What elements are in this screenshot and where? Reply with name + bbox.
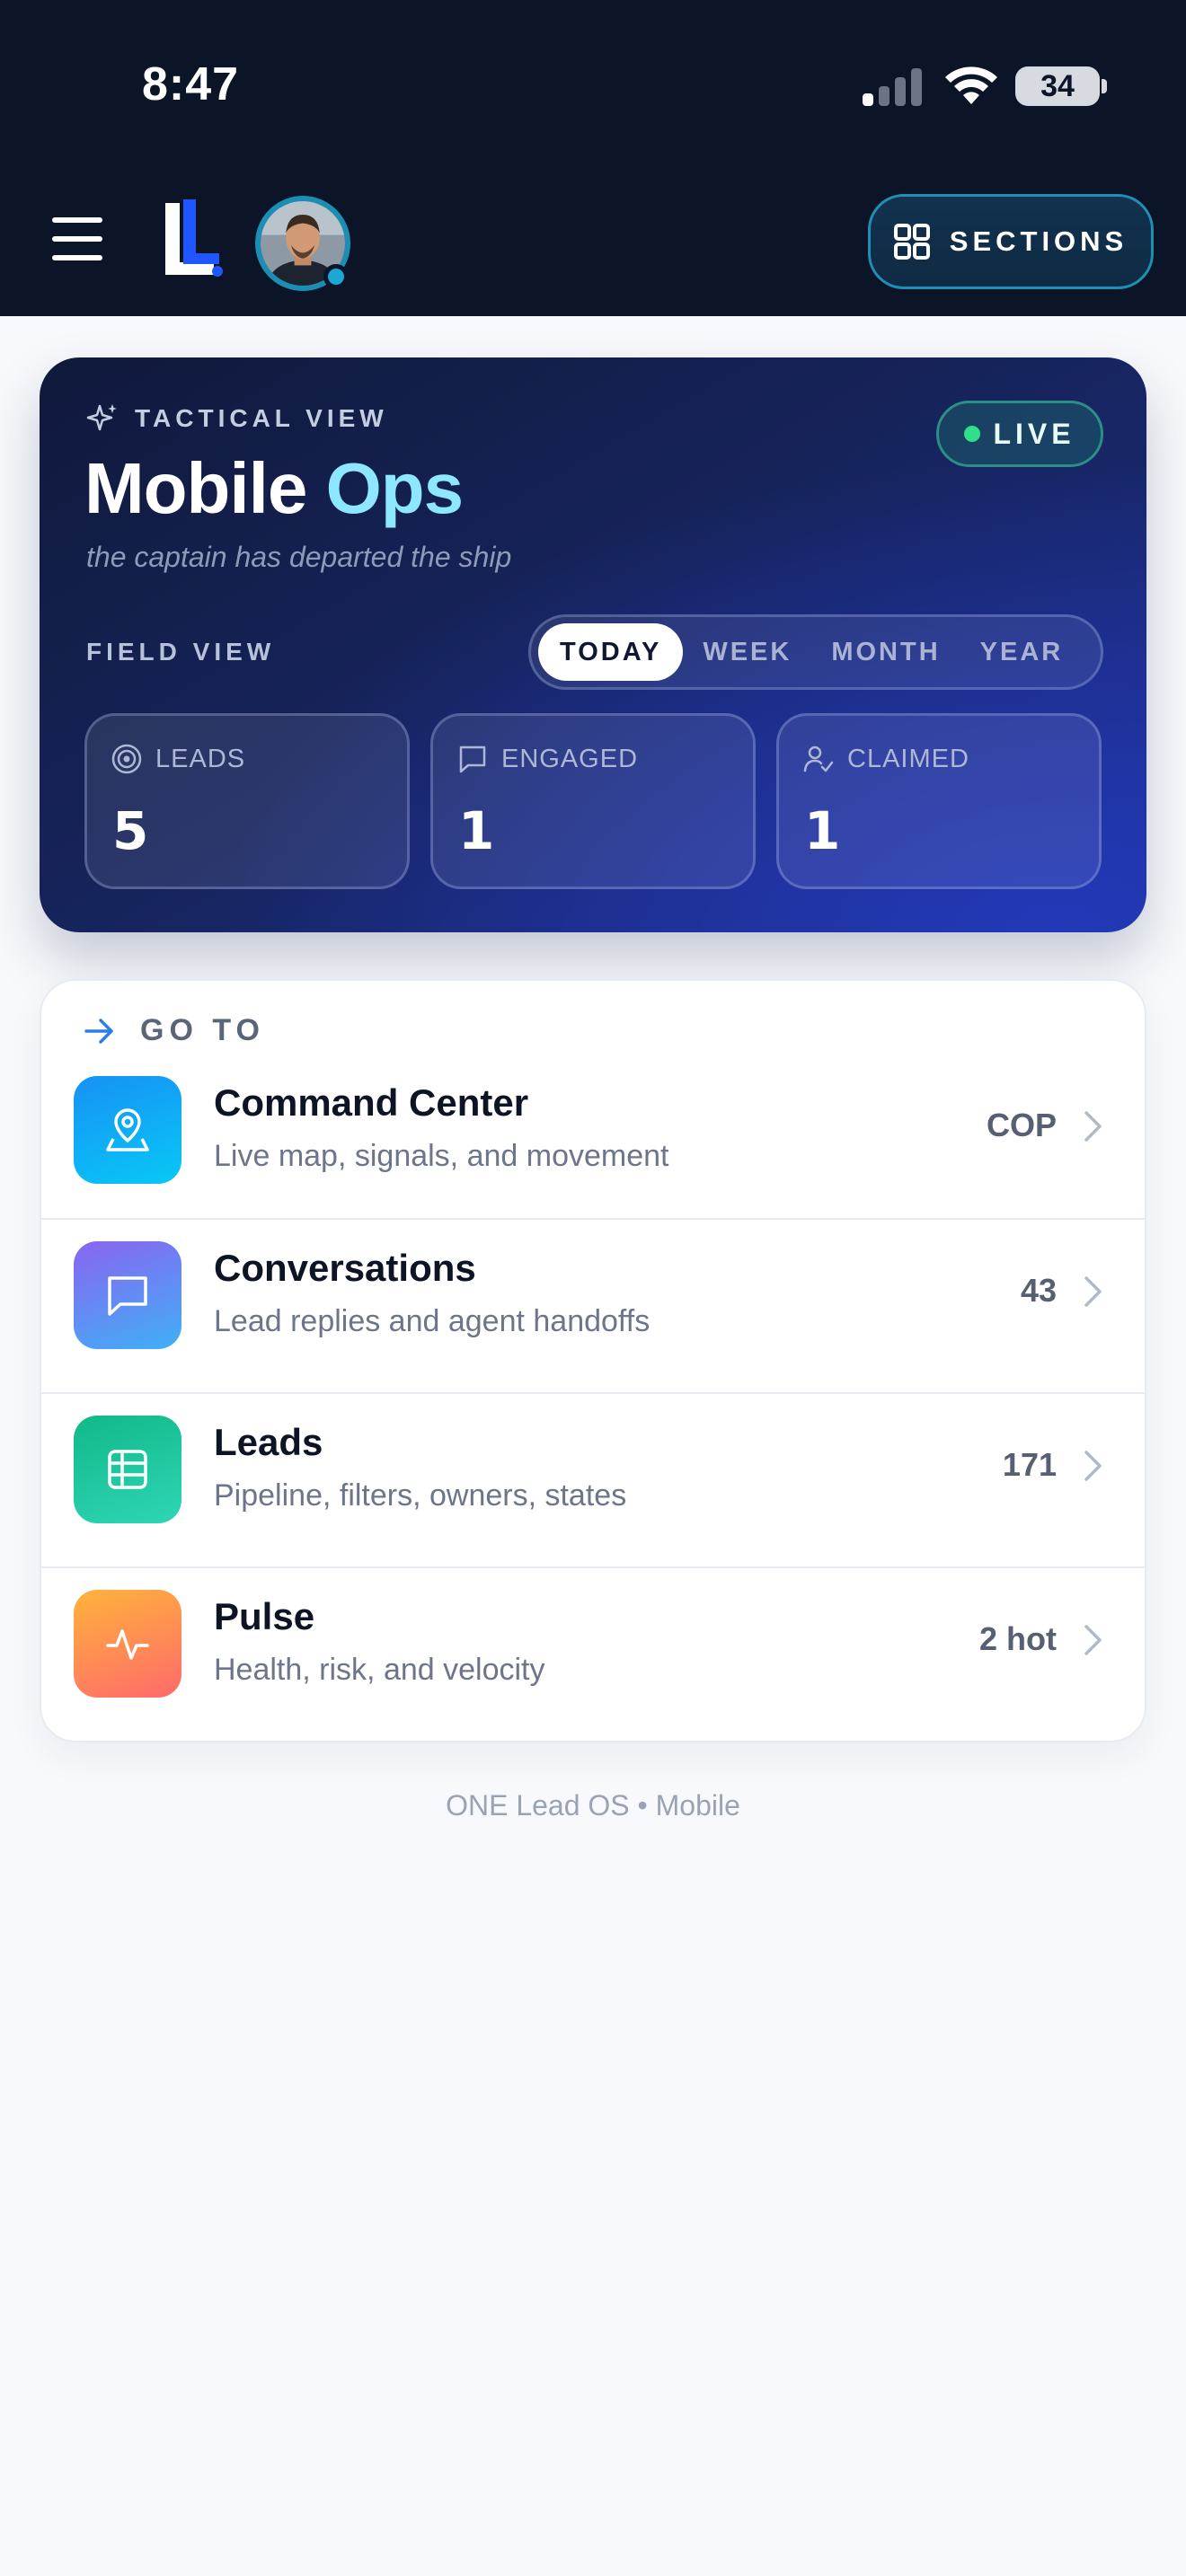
target-icon [111,744,142,774]
row-title: Leads [214,1421,323,1463]
range-tab-today[interactable]: TODAY [538,623,684,681]
stat-head: ENGAGED [456,743,638,775]
goto-item-pulse[interactable]: Pulse Health, risk, and velocity 2 hot [41,1566,1145,1741]
grid-icon [893,224,930,260]
row-title: Conversations [214,1247,476,1289]
stat-head: LEADS [111,743,245,775]
goto-heading: GO TO [83,1013,265,1048]
stat-value: 5 [112,800,149,861]
goto-item-leads[interactable]: Leads Pipeline, filters, owners, states … [41,1392,1145,1566]
row-meta: 43 [1020,1272,1057,1309]
cellular-signal-icon [863,66,922,106]
row-subtitle: Pipeline, filters, owners, states [214,1478,627,1513]
range-toggle: TODAY WEEK MONTH YEAR [528,614,1103,690]
row-subtitle: Health, risk, and velocity [214,1653,545,1687]
row-subtitle: Live map, signals, and movement [214,1139,669,1173]
live-badge: LIVE [936,401,1103,467]
tactical-view-card: TACTICAL VIEW Mobile Ops the captain has… [40,357,1146,932]
stat-label: CLAIMED [847,744,969,773]
chevron-right-icon [1084,1276,1102,1307]
chat-icon [74,1241,181,1349]
user-check-icon [803,745,834,772]
row-subtitle: Lead replies and agent handoffs [214,1304,651,1338]
stat-label: ENGAGED [501,744,639,773]
battery-tip [1102,79,1107,93]
title-accent: Ops [325,448,465,528]
hero-eyebrow: TACTICAL VIEW [86,402,388,435]
goto-item-command-center[interactable]: Command Center Live map, signals, and mo… [41,1054,1145,1229]
range-tab-week[interactable]: WEEK [683,623,811,681]
presence-dot [323,264,349,289]
chevron-right-icon [1084,1451,1102,1481]
chevron-right-icon [1084,1625,1102,1655]
footer-text: ONE Lead OS • Mobile [446,1789,740,1822]
chat-icon [459,745,486,773]
battery-indicator: 34 [1015,66,1100,106]
sections-label: SECTIONS [949,225,1128,257]
row-title: Command Center [214,1081,529,1124]
page-title: Mobile Ops [84,447,465,530]
sections-button[interactable]: SECTIONS [868,194,1154,289]
map-pin-icon [74,1076,181,1184]
stat-card-claimed[interactable]: CLAIMED 1 [776,713,1102,889]
goto-card: GO TO Command Center Live map, signals, … [40,979,1146,1742]
brand-logo[interactable] [162,198,225,278]
goto-item-conversations[interactable]: Conversations Lead replies and agent han… [41,1218,1145,1392]
stat-label: LEADS [155,744,246,773]
stat-value: 1 [804,800,841,861]
live-dot [964,426,981,442]
row-meta: COP [986,1107,1057,1143]
hamburger-icon[interactable] [52,217,108,260]
top-bar: 8:47 34 SECTIONS [0,0,1186,316]
title-main: Mobile [84,448,307,528]
field-view-label: FIELD VIEW [86,638,276,666]
sparkle-icon [86,404,117,431]
goto-heading-label: GO TO [140,1013,265,1047]
row-meta: 2 hot [979,1620,1057,1657]
range-tab-year[interactable]: YEAR [960,623,1084,681]
row-meta: 171 [1002,1446,1057,1483]
status-time: 8:47 [142,58,240,110]
row-title: Pulse [214,1595,315,1637]
activity-icon [74,1590,181,1698]
wifi-icon [945,66,997,104]
stat-head: CLAIMED [802,743,969,775]
arrow-right-icon [84,1018,113,1044]
stat-card-leads[interactable]: LEADS 5 [84,713,410,889]
stat-card-engaged[interactable]: ENGAGED 1 [430,713,756,889]
range-tab-month[interactable]: MONTH [811,623,960,681]
live-label: LIVE [993,417,1075,450]
table-icon [74,1416,181,1523]
chevron-right-icon [1084,1111,1102,1142]
hero-subtitle: the captain has departed the ship [86,541,512,573]
stat-value: 1 [458,800,495,861]
hero-eyebrow-label: TACTICAL VIEW [135,404,388,432]
